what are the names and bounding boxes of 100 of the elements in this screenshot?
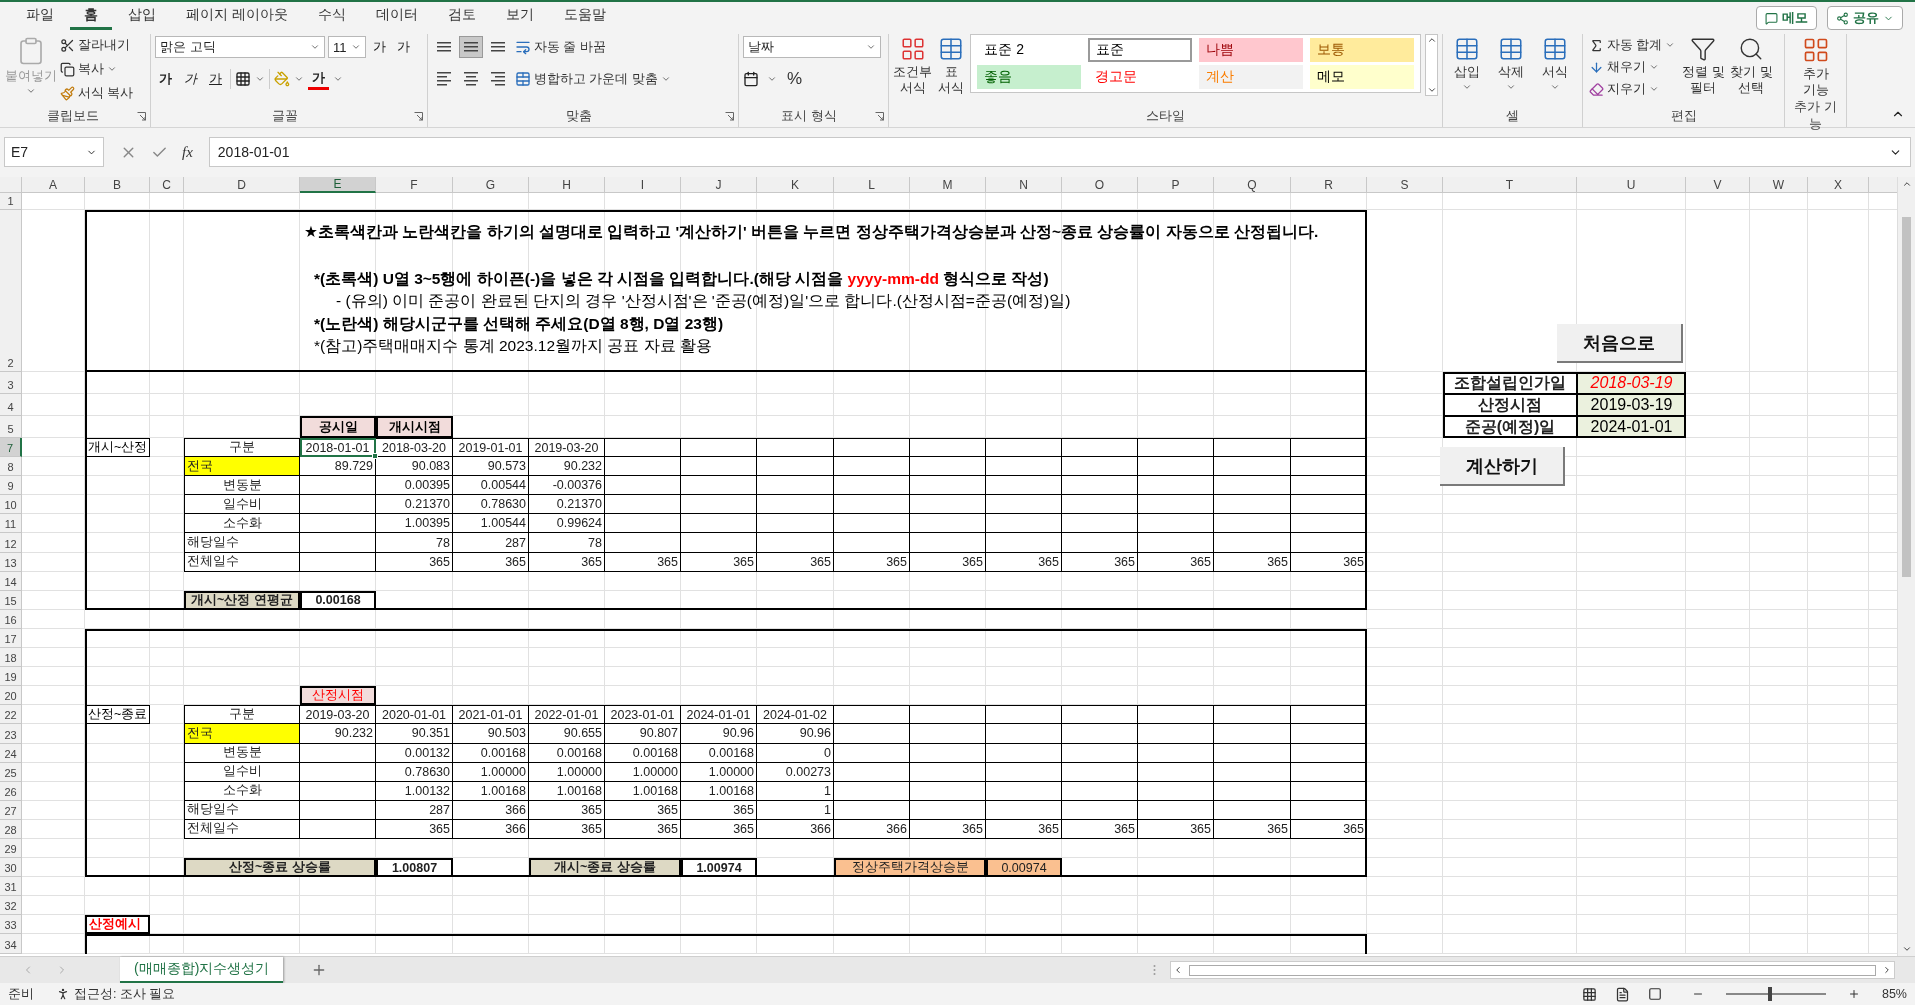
region-dropdown-cell[interactable]: 전국 bbox=[184, 724, 300, 744]
horizontal-scrollbar[interactable] bbox=[1170, 961, 1895, 979]
cell-style-tile[interactable]: 표준 bbox=[1088, 38, 1193, 62]
row-header[interactable]: 32 bbox=[0, 896, 22, 916]
clipboard-action-button[interactable]: 잘라내기 bbox=[58, 34, 136, 56]
date-input-cell[interactable]: 2019-03-19 bbox=[1577, 394, 1686, 416]
fill-color-icon[interactable] bbox=[274, 71, 290, 87]
dialog-launcher-icon[interactable] bbox=[137, 111, 146, 121]
column-header[interactable]: V bbox=[1686, 177, 1750, 193]
region-dropdown-cell[interactable]: 전국 bbox=[184, 457, 300, 477]
column-header[interactable]: I bbox=[605, 177, 681, 193]
row-header[interactable]: 5 bbox=[0, 416, 22, 438]
column-header[interactable]: N bbox=[986, 177, 1062, 193]
comments-button[interactable]: 메모 bbox=[1756, 6, 1817, 30]
vertical-scrollbar[interactable] bbox=[1897, 177, 1915, 956]
menu-tab[interactable]: 도움말 bbox=[549, 2, 620, 30]
italic-button[interactable]: 가 bbox=[180, 70, 201, 88]
row-header[interactable]: 34 bbox=[0, 934, 22, 954]
row-header[interactable]: 17 bbox=[0, 628, 22, 649]
menu-tab[interactable]: 페이지 레이아웃 bbox=[172, 2, 302, 30]
row-header[interactable]: 29 bbox=[0, 838, 22, 859]
column-header[interactable]: O bbox=[1062, 177, 1138, 193]
number-format-dropdown[interactable]: 날짜 bbox=[743, 36, 881, 58]
row-header[interactable]: 26 bbox=[0, 781, 22, 801]
gallery-scrollbar[interactable] bbox=[1425, 34, 1438, 96]
row-header[interactable]: 12 bbox=[0, 533, 22, 553]
menu-tab[interactable]: 파일 bbox=[12, 2, 68, 30]
grow-font-button[interactable]: 가 bbox=[369, 38, 390, 56]
row-header[interactable]: 4 bbox=[0, 394, 22, 416]
row-header[interactable]: 13 bbox=[0, 552, 22, 572]
menu-tab[interactable]: 홈 bbox=[70, 2, 112, 30]
accessibility-icon[interactable] bbox=[56, 987, 70, 1001]
row-header[interactable]: 20 bbox=[0, 686, 22, 706]
row-header[interactable]: 10 bbox=[0, 495, 22, 515]
clipboard-action-button[interactable]: 서식 복사 bbox=[58, 82, 136, 104]
column-header[interactable]: Q bbox=[1214, 177, 1291, 193]
underline-button[interactable]: 가 bbox=[205, 70, 226, 88]
currency-format-icon[interactable] bbox=[743, 71, 759, 87]
menu-tab[interactable]: 삽입 bbox=[114, 2, 170, 30]
bold-button[interactable]: 가 bbox=[155, 70, 176, 88]
row-header[interactable]: 3 bbox=[0, 372, 22, 394]
row-header[interactable]: 11 bbox=[0, 514, 22, 534]
scroll-right-icon[interactable] bbox=[1882, 965, 1892, 975]
row-header[interactable]: 7 bbox=[0, 438, 22, 458]
column-header[interactable]: H bbox=[529, 177, 605, 193]
font-name-dropdown[interactable]: 맑은 고딕 bbox=[155, 36, 325, 58]
row-header[interactable]: 33 bbox=[0, 915, 22, 935]
cell-style-tile[interactable]: 나쁨 bbox=[1199, 38, 1304, 62]
column-header[interactable]: T bbox=[1443, 177, 1577, 193]
merge-center-button[interactable]: 병합하고 가운데 맞춤 bbox=[513, 68, 673, 90]
borders-icon[interactable] bbox=[235, 71, 251, 87]
column-header[interactable]: J bbox=[681, 177, 757, 193]
add-ins-button[interactable]: 추가 기능 bbox=[1789, 34, 1842, 98]
scroll-up-icon[interactable] bbox=[1901, 179, 1912, 189]
row-header[interactable]: 1 bbox=[0, 193, 22, 210]
conditional-format-button[interactable]: 조건부 서식 bbox=[893, 34, 932, 96]
row-header[interactable]: 25 bbox=[0, 762, 22, 782]
column-header[interactable]: D bbox=[184, 177, 300, 193]
row-header[interactable]: 31 bbox=[0, 877, 22, 897]
column-header[interactable]: M bbox=[910, 177, 986, 193]
row-header[interactable]: 28 bbox=[0, 819, 22, 839]
column-header[interactable]: B bbox=[85, 177, 150, 193]
column-header[interactable]: F bbox=[376, 177, 453, 193]
cell-style-tile[interactable]: 메모 bbox=[1310, 65, 1415, 89]
shrink-font-button[interactable]: 가 bbox=[393, 38, 414, 56]
scroll-left-icon[interactable] bbox=[1173, 965, 1183, 975]
find-select-button[interactable]: 찾기 및 선택 bbox=[1729, 34, 1774, 96]
editing-button[interactable]: 채우기 bbox=[1587, 56, 1678, 78]
scroll-down-icon[interactable] bbox=[1901, 944, 1912, 954]
row-header[interactable]: 15 bbox=[0, 590, 22, 610]
row-header[interactable]: 16 bbox=[0, 609, 22, 629]
row-header[interactable]: 8 bbox=[0, 457, 22, 477]
column-header[interactable]: A bbox=[22, 177, 85, 193]
dialog-launcher-icon[interactable] bbox=[875, 111, 884, 121]
insert-function-button[interactable]: fx bbox=[182, 143, 193, 161]
cell-style-tile[interactable]: 보통 bbox=[1310, 38, 1415, 62]
font-color-button[interactable]: 가 bbox=[308, 68, 329, 90]
cells-button[interactable]: 삭제 bbox=[1491, 34, 1531, 92]
formula-input[interactable]: 2018-01-01 bbox=[208, 137, 1911, 167]
editing-button[interactable]: 지우기 bbox=[1587, 78, 1678, 100]
splitter-handle-icon[interactable] bbox=[1153, 964, 1156, 976]
sheet-button[interactable]: 처음으로 bbox=[1557, 324, 1683, 363]
column-header[interactable]: U bbox=[1577, 177, 1686, 193]
accessibility-status[interactable]: 접근성: 조사 필요 bbox=[74, 985, 176, 1003]
table-format-button[interactable]: 표 서식 bbox=[936, 34, 967, 96]
page-break-view-icon[interactable] bbox=[1647, 987, 1662, 1001]
menu-tab[interactable]: 수식 bbox=[303, 2, 360, 30]
column-header[interactable]: W bbox=[1750, 177, 1808, 193]
column-header[interactable]: S bbox=[1367, 177, 1443, 193]
row-header[interactable]: 19 bbox=[0, 667, 22, 687]
scroll-thumb[interactable] bbox=[1902, 216, 1911, 577]
share-button[interactable]: 공유 bbox=[1827, 6, 1903, 30]
name-box[interactable]: E7 bbox=[4, 137, 104, 167]
menu-tab[interactable]: 보기 bbox=[491, 2, 548, 30]
cell-style-tile[interactable]: 좋음 bbox=[977, 65, 1082, 89]
page-layout-icon[interactable] bbox=[1614, 986, 1630, 1002]
percent-button[interactable]: % bbox=[785, 68, 805, 90]
column-header[interactable]: C bbox=[150, 177, 184, 193]
column-header[interactable]: X bbox=[1808, 177, 1869, 193]
column-header[interactable]: R bbox=[1291, 177, 1367, 193]
